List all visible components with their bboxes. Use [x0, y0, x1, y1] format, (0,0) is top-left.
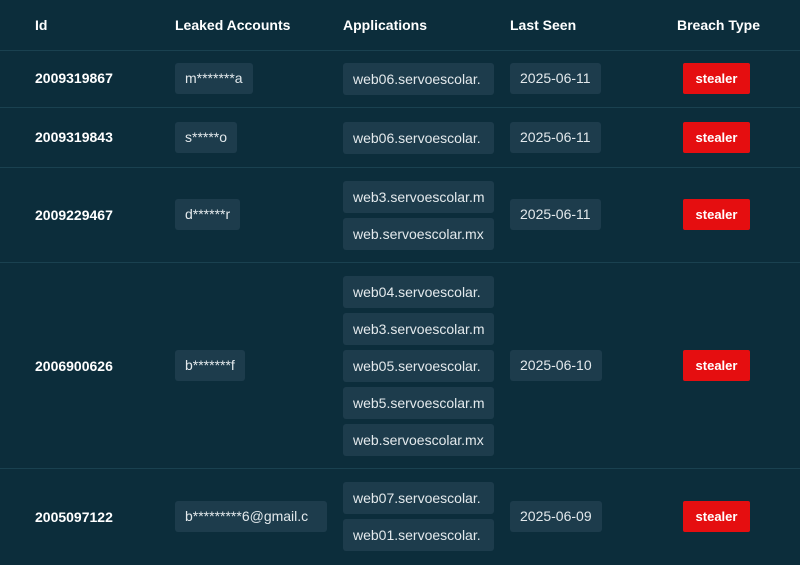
column-header-breach-type[interactable]: Breach Type: [677, 17, 760, 33]
last-seen-chip: 2025-06-11: [510, 63, 601, 94]
row-id: 2009229467: [35, 207, 113, 223]
breach-type-badge: stealer: [683, 501, 750, 532]
breach-type-badge: stealer: [683, 122, 750, 153]
row-id: 2009319867: [35, 70, 113, 86]
leaked-account-chip: b*******f: [175, 350, 245, 381]
application-chip: web01.servoescolar.: [343, 519, 494, 551]
leaked-account-chip: b*********6@gmail.c: [175, 501, 327, 532]
application-chip: web3.servoescolar.m: [343, 313, 494, 345]
row-id: 2009319843: [35, 129, 113, 145]
breach-type-badge: stealer: [683, 199, 750, 230]
breach-table: Id Leaked Accounts Applications Last See…: [0, 0, 800, 565]
table-row[interactable]: 2005097122 b*********6@gmail.c web07.ser…: [0, 469, 800, 565]
application-chip: web5.servoescolar.m: [343, 387, 494, 419]
application-chip: web06.servoescolar.: [343, 122, 494, 154]
leaked-account-chip: m*******a: [175, 63, 253, 94]
column-header-id[interactable]: Id: [35, 17, 47, 33]
last-seen-chip: 2025-06-10: [510, 350, 602, 381]
breach-type-badge: stealer: [683, 350, 750, 381]
leaked-account-chip: s*****o: [175, 122, 238, 153]
column-header-leaked-accounts[interactable]: Leaked Accounts: [175, 17, 290, 33]
leaked-account-chip: d******r: [175, 199, 241, 230]
column-header-applications[interactable]: Applications: [343, 17, 427, 33]
application-chip: web04.servoescolar.: [343, 276, 494, 308]
application-chip: web.servoescolar.mx: [343, 424, 494, 456]
application-chip: web.servoescolar.mx: [343, 218, 494, 250]
table-row[interactable]: 2009229467 d******r web3.servoescolar.m …: [0, 168, 800, 263]
table-row[interactable]: 2009319843 s*****o web06.servoescolar. 2…: [0, 108, 800, 168]
row-id: 2006900626: [35, 358, 113, 374]
breach-type-badge: stealer: [683, 63, 750, 94]
application-chip: web05.servoescolar.: [343, 350, 494, 382]
last-seen-chip: 2025-06-11: [510, 199, 601, 230]
column-header-last-seen[interactable]: Last Seen: [510, 17, 576, 33]
last-seen-chip: 2025-06-11: [510, 122, 601, 153]
application-chip: web06.servoescolar.: [343, 63, 494, 95]
table-header: Id Leaked Accounts Applications Last See…: [0, 0, 800, 51]
application-chip: web3.servoescolar.m: [343, 181, 494, 213]
table-row[interactable]: 2009319867 m*******a web06.servoescolar.…: [0, 50, 800, 108]
application-chip: web07.servoescolar.: [343, 482, 494, 514]
table-row[interactable]: 2006900626 b*******f web04.servoescolar.…: [0, 263, 800, 469]
row-id: 2005097122: [35, 509, 113, 525]
last-seen-chip: 2025-06-09: [510, 501, 602, 532]
